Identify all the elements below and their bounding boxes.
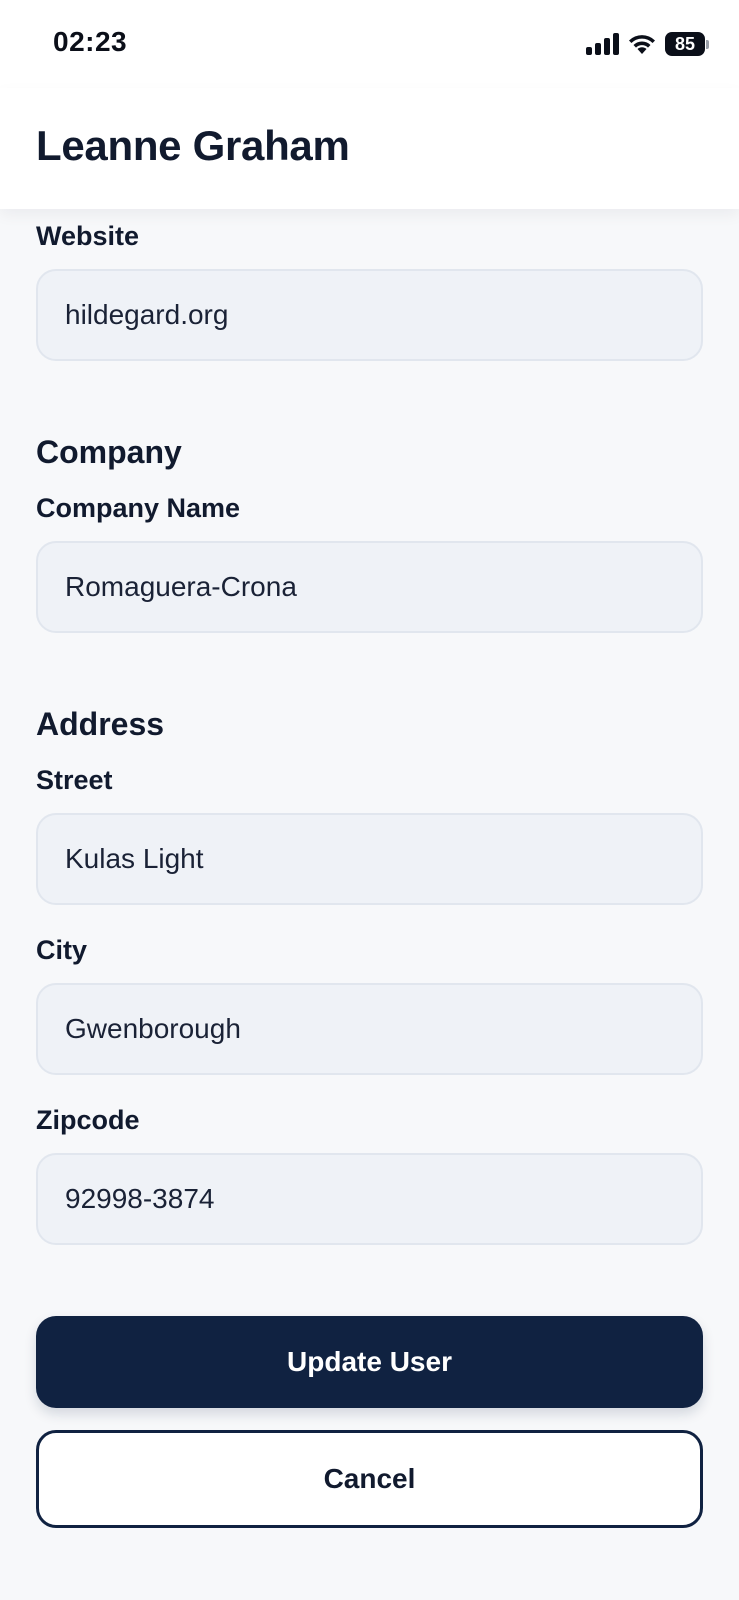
cancel-button[interactable]: Cancel — [36, 1430, 703, 1528]
zipcode-field[interactable]: 92998-3874 — [36, 1153, 703, 1245]
page-header: Leanne Graham — [0, 88, 739, 209]
company-name-label: Company Name — [36, 493, 241, 523]
street-field[interactable]: Kulas Light — [36, 813, 703, 905]
zipcode-label: Zipcode — [36, 1105, 140, 1135]
cellular-signal-icon — [586, 33, 619, 55]
update-user-button[interactable]: Update User — [36, 1316, 703, 1408]
city-label: City — [36, 935, 88, 965]
page-title: Leanne Graham — [36, 122, 350, 169]
company-name-field[interactable]: Romaguera-Crona — [36, 541, 703, 633]
company-section-title: Company — [36, 434, 182, 470]
website-label: Website — [36, 221, 140, 251]
street-label: Street — [36, 765, 113, 795]
address-section-title: Address — [36, 706, 165, 742]
status-time: 02:23 — [53, 26, 128, 57]
wifi-icon — [629, 35, 655, 54]
battery-level: 85 — [665, 32, 705, 56]
status-icons: 85 — [586, 30, 709, 58]
city-field[interactable]: Gwenborough — [36, 983, 703, 1075]
website-field[interactable]: hildegard.org — [36, 269, 703, 361]
status-bar: 02:23 85 — [0, 0, 739, 88]
battery-icon: 85 — [665, 32, 709, 56]
